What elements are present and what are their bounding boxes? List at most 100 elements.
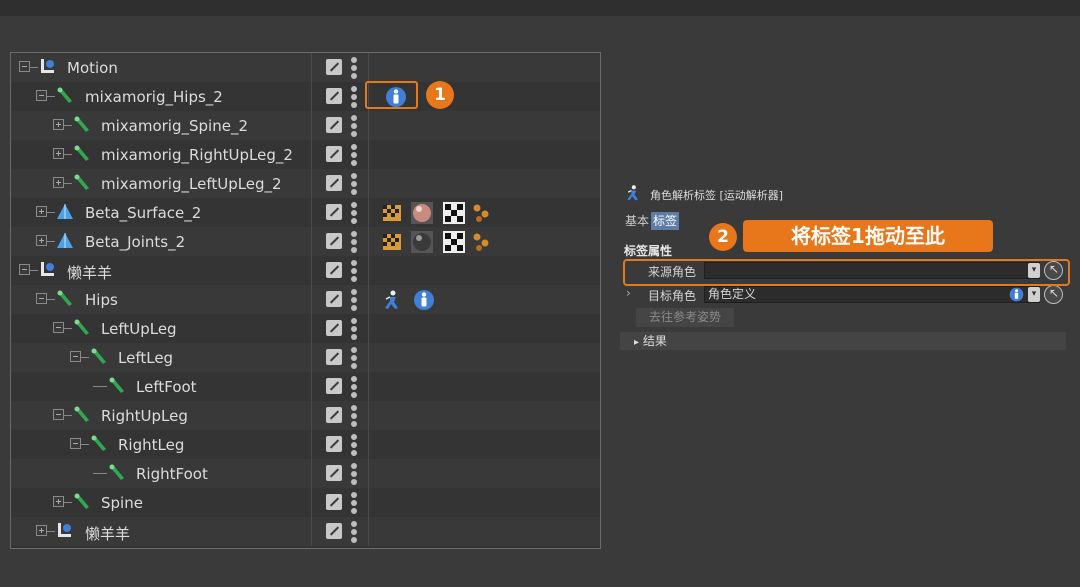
edit-icon[interactable]: [326, 494, 342, 510]
polygon-object-icon: [57, 204, 73, 219]
object-label: 懒羊羊: [67, 264, 113, 282]
visibility-dots[interactable]: [351, 144, 357, 166]
results-group[interactable]: ▸ 结果: [620, 332, 1066, 350]
visibility-dots[interactable]: [351, 521, 357, 543]
weight-tag-icon[interactable]: [471, 202, 493, 224]
chevron-down-icon[interactable]: ▾: [1028, 287, 1040, 302]
expand-toggle[interactable]: [53, 148, 64, 159]
joint-icon: [74, 406, 89, 422]
object-row-leftleg[interactable]: LeftLeg: [11, 343, 600, 372]
object-row-leftfoot[interactable]: LeftFoot: [11, 372, 600, 401]
attribute-tabs: 基本 标签: [623, 212, 680, 230]
object-row-leftupleg-2[interactable]: mixamorig_LeftUpLeg_2: [11, 169, 600, 198]
expand-toggle[interactable]: [36, 525, 47, 536]
expand-toggle[interactable]: [36, 235, 47, 246]
material-sphere-icon[interactable]: [411, 202, 433, 224]
expand-toggle[interactable]: [53, 119, 64, 130]
character-definition-tag-icon[interactable]: [413, 289, 435, 311]
edit-icon[interactable]: [326, 465, 342, 481]
texture-tag-icon[interactable]: [381, 231, 403, 253]
expand-toggle[interactable]: [53, 177, 64, 188]
object-row-hips[interactable]: Hips: [11, 285, 600, 314]
source-field-highlight-box: [623, 259, 1070, 286]
object-label: Spine: [101, 494, 143, 512]
object-row-beta-surface-2[interactable]: Beta_Surface_2: [11, 198, 600, 227]
tab-basic[interactable]: 基本: [623, 212, 651, 230]
edit-icon[interactable]: [326, 436, 342, 452]
visibility-dots[interactable]: [351, 463, 357, 485]
object-label: mixamorig_LeftUpLeg_2: [101, 175, 282, 193]
collapse-toggle[interactable]: [36, 90, 47, 101]
visibility-dots[interactable]: [351, 173, 357, 195]
joint-icon: [74, 116, 89, 132]
visibility-dots[interactable]: [351, 202, 357, 224]
object-label: mixamorig_Hips_2: [85, 88, 223, 106]
visibility-dots[interactable]: [351, 434, 357, 456]
edit-icon[interactable]: [326, 117, 342, 133]
object-row-lanyangyang[interactable]: 懒羊羊: [11, 256, 600, 285]
target-character-field[interactable]: 角色定义: [704, 286, 1040, 303]
texture-tag-icon[interactable]: [381, 202, 403, 224]
edit-icon[interactable]: [326, 233, 342, 249]
object-row-spine-2[interactable]: mixamorig_Spine_2: [11, 111, 600, 140]
results-label: 结果: [642, 334, 667, 348]
edit-icon[interactable]: [326, 204, 342, 220]
collapse-toggle[interactable]: [53, 409, 64, 420]
edit-icon[interactable]: [326, 349, 342, 365]
object-row-rightupleg-2[interactable]: mixamorig_RightUpLeg_2: [11, 140, 600, 169]
edit-icon[interactable]: [326, 175, 342, 191]
edit-icon[interactable]: [326, 146, 342, 162]
visibility-dots[interactable]: [351, 376, 357, 398]
collapse-toggle[interactable]: [53, 322, 64, 333]
expand-toggle[interactable]: [36, 206, 47, 217]
visibility-dots[interactable]: [351, 260, 357, 282]
object-row-beta-joints-2[interactable]: Beta_Joints_2: [11, 227, 600, 256]
character-solver-tag-icon[interactable]: [381, 289, 403, 311]
visibility-dots[interactable]: [351, 115, 357, 137]
object-row-rightfoot[interactable]: RightFoot: [11, 459, 600, 488]
object-row-rightleg[interactable]: RightLeg: [11, 430, 600, 459]
object-picker-icon[interactable]: [1044, 285, 1063, 304]
visibility-dots[interactable]: [351, 405, 357, 427]
expand-arrow-icon[interactable]: ›: [626, 286, 631, 300]
object-label: mixamorig_Spine_2: [101, 117, 248, 135]
object-row-hips-2[interactable]: mixamorig_Hips_2: [11, 82, 600, 111]
object-row-motion[interactable]: Motion: [11, 53, 600, 82]
visibility-dots[interactable]: [351, 492, 357, 514]
object-row-rightupleg[interactable]: RightUpLeg: [11, 401, 600, 430]
checker-tag-icon[interactable]: [443, 231, 465, 253]
weight-tag-icon[interactable]: [471, 231, 493, 253]
collapse-toggle[interactable]: [36, 293, 47, 304]
edit-icon[interactable]: [326, 59, 342, 75]
object-manager: Motion mixamorig_Hips_2 mixamorig_Spine_…: [10, 52, 601, 549]
visibility-dots[interactable]: [351, 86, 357, 108]
collapse-toggle[interactable]: [70, 438, 81, 449]
visibility-dots[interactable]: [351, 318, 357, 340]
edit-icon[interactable]: [326, 378, 342, 394]
expand-toggle[interactable]: [53, 496, 64, 507]
checker-tag-icon[interactable]: [443, 202, 465, 224]
visibility-dots[interactable]: [351, 231, 357, 253]
object-row-lanyangyang-2[interactable]: 懒羊羊: [11, 517, 600, 546]
edit-icon[interactable]: [326, 88, 342, 104]
tab-tag[interactable]: 标签: [651, 212, 680, 230]
joint-icon: [109, 464, 124, 480]
goto-reference-pose-button[interactable]: 去往参考姿势: [636, 308, 734, 327]
collapse-toggle[interactable]: [70, 351, 81, 362]
collapse-toggle[interactable]: [19, 61, 30, 72]
instruction-callout: 将标签1拖动至此: [743, 220, 993, 252]
object-row-spine[interactable]: Spine: [11, 488, 600, 517]
joint-icon: [74, 174, 89, 190]
edit-icon[interactable]: [326, 320, 342, 336]
step-badge-1: 1: [426, 81, 454, 109]
visibility-dots[interactable]: [351, 289, 357, 311]
edit-icon[interactable]: [326, 407, 342, 423]
visibility-dots[interactable]: [351, 57, 357, 79]
visibility-dots[interactable]: [351, 347, 357, 369]
edit-icon[interactable]: [326, 523, 342, 539]
material-sphere-icon[interactable]: [411, 231, 433, 253]
edit-icon[interactable]: [326, 291, 342, 307]
collapse-toggle[interactable]: [19, 264, 30, 275]
object-row-leftupleg[interactable]: LeftUpLeg: [11, 314, 600, 343]
edit-icon[interactable]: [326, 262, 342, 278]
